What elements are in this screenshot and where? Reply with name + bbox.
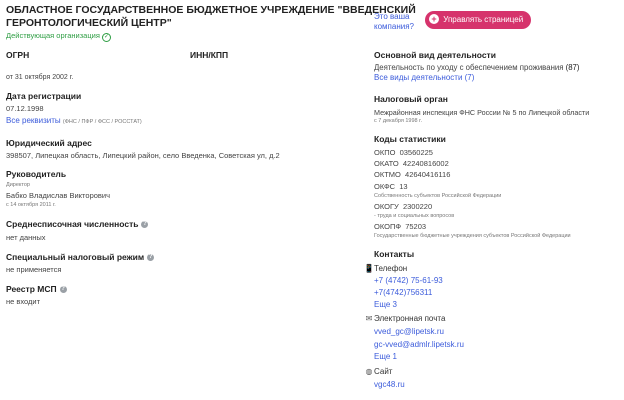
page-title: ОБЛАСТНОЕ ГОСУДАРСТВЕННОЕ БЮДЖЕТНОЕ УЧРЕ…	[6, 4, 416, 29]
okfs-note: Собственность субъектов Российской Федер…	[374, 193, 502, 199]
headcount-value: нет данных	[6, 233, 46, 242]
tax-office-value: Межрайонная инспекция ФНС России № 5 по …	[374, 108, 590, 117]
inn-label: ИНН/КПП	[190, 50, 229, 60]
manage-page-button[interactable]: + Управлять страницей	[425, 11, 531, 29]
msp-value: не входит	[6, 297, 41, 306]
check-circle-icon: ✓	[101, 33, 111, 42]
address-value: 398507, Липецкая область, Липецкий район…	[6, 151, 280, 160]
activity-value: Деятельность по уходу с обеспечением про…	[374, 63, 580, 72]
okogu-note: - труда и социальных вопросов	[374, 213, 455, 219]
head-label: Руководитель	[6, 169, 67, 179]
phone-header: 📱Телефон	[364, 264, 408, 273]
activity-label: Основной вид деятельности	[374, 50, 496, 60]
phone-more-link[interactable]: Еще 3	[374, 300, 397, 309]
okopf-code: ОКОПФ 75203	[374, 222, 427, 231]
tax-office-label: Налоговый орган	[374, 94, 448, 104]
head-since: с 14 октября 2011 г.	[6, 202, 56, 208]
phone-icon: 📱	[364, 264, 374, 273]
activity-count: (87)	[565, 63, 580, 72]
email-header: ✉ Электронная почта	[365, 314, 446, 323]
help-icon[interactable]: ?	[59, 286, 67, 294]
msp-label: Реестр МСП?	[6, 284, 67, 294]
status-badge: Действующая организация ✓	[6, 31, 111, 42]
all-requisites-link[interactable]: Все реквизиты	[6, 116, 61, 125]
help-icon[interactable]: ?	[147, 254, 155, 262]
site-link[interactable]: vgc48.ru	[374, 380, 405, 389]
help-icon[interactable]: ?	[141, 221, 149, 229]
email-link-2[interactable]: gc-vved@admlr.lipetsk.ru	[374, 340, 464, 349]
tax-regime-value: не применяется	[6, 265, 62, 274]
stats-label: Коды статистики	[374, 134, 446, 144]
okogu-code: ОКОГУ 2300220	[374, 202, 433, 211]
requisites-note: (ФНС / ПФР / ФСС / РОССТАТ)	[62, 119, 142, 125]
globe-icon: ◍	[365, 367, 373, 376]
tax-regime-label: Специальный налоговый режим?	[6, 252, 155, 262]
tax-office-since: с 7 декабря 1998 г.	[374, 118, 422, 124]
head-name[interactable]: Бабко Владислав Викторович	[6, 191, 110, 200]
email-more-link[interactable]: Еще 1	[374, 352, 397, 361]
plus-icon: +	[429, 14, 439, 24]
mail-icon: ✉	[365, 314, 373, 323]
phone-link-2[interactable]: +7(4742)756311	[374, 288, 432, 297]
address-label: Юридический адрес	[6, 138, 92, 148]
ogrn-label: ОГРН	[6, 50, 30, 60]
registration-label: Дата регистрации	[6, 91, 82, 101]
registration-date: 07.12.1998	[6, 104, 44, 113]
all-requisites: Все реквизиты (ФНС / ПФР / ФСС / РОССТАТ…	[6, 116, 142, 125]
okopf-note: Государственные бюджетные учреждения суб…	[374, 233, 571, 239]
email-link-1[interactable]: vved_gc@lipetsk.ru	[374, 327, 444, 336]
phone-link-1[interactable]: +7 (4742) 75-61-93	[374, 276, 443, 285]
head-role: Директор	[6, 182, 30, 188]
okpo-code: ОКПО 03560225	[374, 148, 433, 157]
headcount-label: Среднесписочная численность?	[6, 219, 149, 229]
site-header: ◍ Сайт	[365, 367, 393, 376]
ogrn-date: от 31 октября 2002 г.	[6, 74, 74, 81]
contacts-label: Контакты	[374, 249, 415, 259]
okfs-code: ОКФС 13	[374, 182, 408, 191]
okato-code: ОКАТО 42240816002	[374, 159, 449, 168]
oktmo-code: ОКТМО 42640416116	[374, 170, 451, 179]
all-activities-link[interactable]: Все виды деятельности (7)	[374, 73, 474, 82]
claim-company-link[interactable]: Это ваша компания?	[374, 12, 414, 32]
